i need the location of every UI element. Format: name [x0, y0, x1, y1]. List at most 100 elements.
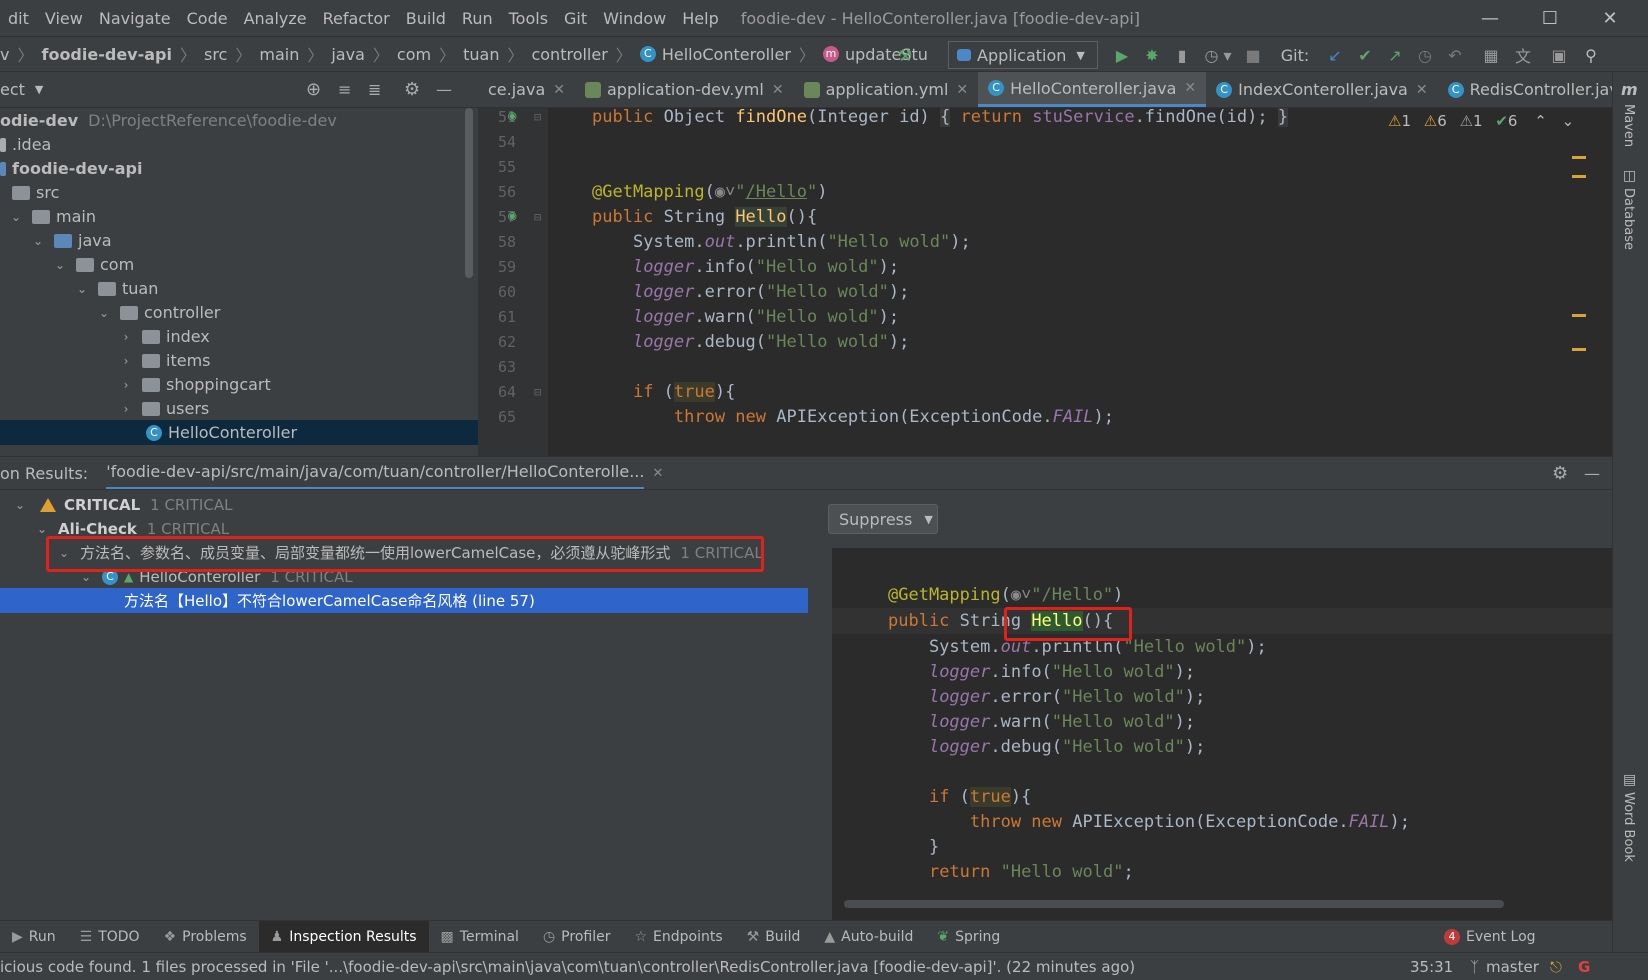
- chevron-down-icon[interactable]: ⌄: [52, 258, 68, 272]
- wordbook-tool-button[interactable]: Word Book: [1621, 792, 1636, 862]
- build-hammer-icon[interactable]: ⚒: [890, 37, 920, 71]
- menu-navigate[interactable]: Navigate: [91, 9, 179, 28]
- horizontal-scrollbar[interactable]: [844, 900, 1504, 908]
- tree-item-helloconteroller[interactable]: C HelloConteroller: [0, 420, 478, 445]
- menu-view[interactable]: View: [37, 9, 91, 28]
- fold-icon[interactable]: ⊟: [534, 385, 541, 399]
- gear-icon[interactable]: ⚙: [1552, 463, 1568, 484]
- close-icon[interactable]: ✕: [553, 82, 565, 98]
- debug-icon[interactable]: ✸: [1138, 37, 1166, 71]
- toolwindow-endpoints[interactable]: ☆ Endpoints: [622, 921, 734, 952]
- toolwindow-terminal[interactable]: ▩ Terminal: [429, 921, 531, 952]
- status-message[interactable]: icious code found. 1 files processed in …: [0, 958, 1135, 976]
- menu-run[interactable]: Run: [454, 9, 501, 28]
- google-icon[interactable]: G: [1578, 958, 1590, 976]
- toolwindow-profiler[interactable]: ◷ Profiler: [531, 921, 623, 952]
- inspection-scope-tab[interactable]: 'foodie-dev-api/src/main/java/com/tuan/c…: [106, 457, 645, 489]
- menu-code[interactable]: Code: [179, 9, 236, 28]
- maximize-icon[interactable]: ☐: [1522, 0, 1578, 36]
- expand-all-icon[interactable]: ≡: [338, 80, 351, 99]
- layout-icon[interactable]: ▣: [1546, 37, 1572, 71]
- database-tool-button[interactable]: Database: [1621, 188, 1636, 250]
- close-icon[interactable]: ✕: [652, 466, 663, 481]
- hide-icon[interactable]: —: [436, 80, 452, 99]
- chevron-right-icon[interactable]: ›: [118, 330, 134, 344]
- coverage-icon[interactable]: ▮: [1168, 37, 1196, 71]
- maven-icon[interactable]: m: [1621, 80, 1638, 99]
- run-configuration-select[interactable]: Application ▼: [948, 41, 1098, 69]
- search-icon[interactable]: ⚲: [1578, 37, 1604, 71]
- tree-item-src[interactable]: src: [0, 180, 478, 205]
- chevron-up-icon[interactable]: ⌃: [1534, 112, 1547, 130]
- translate-icon[interactable]: 文: [1510, 37, 1536, 71]
- breadcrumb-class[interactable]: HelloConteroller: [662, 45, 791, 64]
- git-update-icon[interactable]: ↙: [1322, 37, 1348, 71]
- tree-item-idea[interactable]: .idea: [0, 132, 478, 157]
- project-structure-icon[interactable]: ▦: [1478, 37, 1504, 71]
- tab-indexconteroller-java[interactable]: C IndexConteroller.java ✕: [1206, 72, 1437, 107]
- run-icon[interactable]: ▶: [1108, 37, 1136, 71]
- book-icon[interactable]: ▤: [1623, 772, 1636, 788]
- close-icon[interactable]: ✕: [1416, 82, 1428, 98]
- toolwindow-auto-build[interactable]: ▲ Auto-build: [812, 921, 925, 952]
- menu-analyze[interactable]: Analyze: [236, 9, 315, 28]
- inspection-widget[interactable]: ⚠1 ⚠6 ⚠1 ✔6 ⌃ ⌄: [1388, 112, 1574, 130]
- web-endpoint-gutter-icon[interactable]: ◉: [508, 108, 516, 124]
- maven-tool-button[interactable]: Maven: [1621, 104, 1636, 147]
- toolwindow-problems[interactable]: ❖ Problems: [152, 921, 259, 952]
- code-editor[interactable]: public Object findOne(Integer id) { retu…: [548, 108, 1612, 456]
- gear-icon[interactable]: ⚙: [404, 79, 420, 100]
- chevron-right-icon[interactable]: ›: [118, 354, 134, 368]
- toolwindow-event-log[interactable]: 4 Event Log: [1432, 921, 1548, 952]
- breadcrumb-tuan[interactable]: tuan: [463, 45, 499, 64]
- chevron-down-icon[interactable]: ⌄: [8, 210, 24, 224]
- breadcrumb-v[interactable]: v: [0, 45, 9, 64]
- tree-item-main[interactable]: ⌄ main: [0, 204, 478, 229]
- lock-icon[interactable]: ⎋: [1550, 958, 1562, 976]
- tree-item-users[interactable]: › users: [0, 396, 478, 421]
- tree-scrollbar[interactable]: [465, 108, 473, 278]
- breadcrumb-module[interactable]: foodie-dev-api: [41, 45, 171, 64]
- tab-helloconteroller-java[interactable]: C HelloConteroller.java ✕: [978, 72, 1207, 107]
- problem-row[interactable]: 方法名【Hello】不符合lowerCamelCase命名风格 (line 57…: [0, 588, 808, 613]
- chevron-down-icon[interactable]: ▼: [35, 83, 43, 96]
- tree-item-items[interactable]: › items: [0, 348, 478, 373]
- chevron-down-icon[interactable]: ⌄: [1562, 112, 1575, 130]
- stop-icon[interactable]: ■: [1240, 37, 1266, 71]
- collapse-all-icon[interactable]: ≣: [368, 80, 381, 99]
- breadcrumb-controller[interactable]: controller: [531, 45, 607, 64]
- tree-item-com[interactable]: ⌄ com: [0, 252, 478, 277]
- tree-item-tuan[interactable]: ⌄ tuan: [0, 276, 478, 301]
- toolwindow-spring[interactable]: ❦ Spring: [925, 921, 1012, 952]
- close-icon[interactable]: ✕: [956, 82, 968, 98]
- critical-group-row[interactable]: ⌄ CRITICAL 1 CRITICAL: [0, 492, 808, 517]
- chevron-right-icon[interactable]: ›: [118, 378, 134, 392]
- menu-refactor[interactable]: Refactor: [315, 9, 398, 28]
- caret-position[interactable]: 35:31: [1410, 958, 1453, 976]
- git-commit-icon[interactable]: ✔: [1352, 37, 1378, 71]
- tree-item-java[interactable]: ⌄ java: [0, 228, 478, 253]
- fold-icon[interactable]: ⊟: [534, 110, 541, 124]
- close-icon[interactable]: ✕: [1582, 0, 1638, 36]
- menu-help[interactable]: Help: [674, 9, 726, 28]
- database-icon[interactable]: ◫: [1623, 168, 1636, 184]
- breadcrumb-java[interactable]: java: [331, 45, 365, 64]
- tree-item-project[interactable]: odie-dev D:\ProjectReference\foodie-dev: [0, 108, 478, 133]
- fold-icon[interactable]: ⊟: [534, 210, 541, 224]
- profile-icon[interactable]: ◷ ▾: [1198, 37, 1238, 71]
- menu-git[interactable]: Git: [556, 9, 595, 28]
- tab-rediscontroller-java[interactable]: CRedisController.java✕: [1438, 72, 1612, 107]
- minimize-icon[interactable]: —: [1462, 0, 1518, 36]
- web-endpoint-gutter-icon[interactable]: ◉: [508, 208, 516, 224]
- tab-application-dev-yml[interactable]: application-dev.yml ✕: [575, 72, 794, 107]
- toolwindow-todo[interactable]: ☰ TODO: [68, 921, 152, 952]
- toolwindow-run[interactable]: ▶ Run: [0, 921, 68, 952]
- breadcrumb-main[interactable]: main: [259, 45, 299, 64]
- chevron-down-icon[interactable]: ⌄: [12, 498, 28, 512]
- chevron-right-icon[interactable]: ›: [118, 402, 134, 416]
- tree-item-module[interactable]: foodie-dev-api: [0, 156, 478, 181]
- tree-item-controller[interactable]: ⌄ controller: [0, 300, 478, 325]
- menu-build[interactable]: Build: [398, 9, 454, 28]
- git-push-icon[interactable]: ↗: [1382, 37, 1408, 71]
- tab-application-yml[interactable]: application.yml ✕: [794, 72, 979, 107]
